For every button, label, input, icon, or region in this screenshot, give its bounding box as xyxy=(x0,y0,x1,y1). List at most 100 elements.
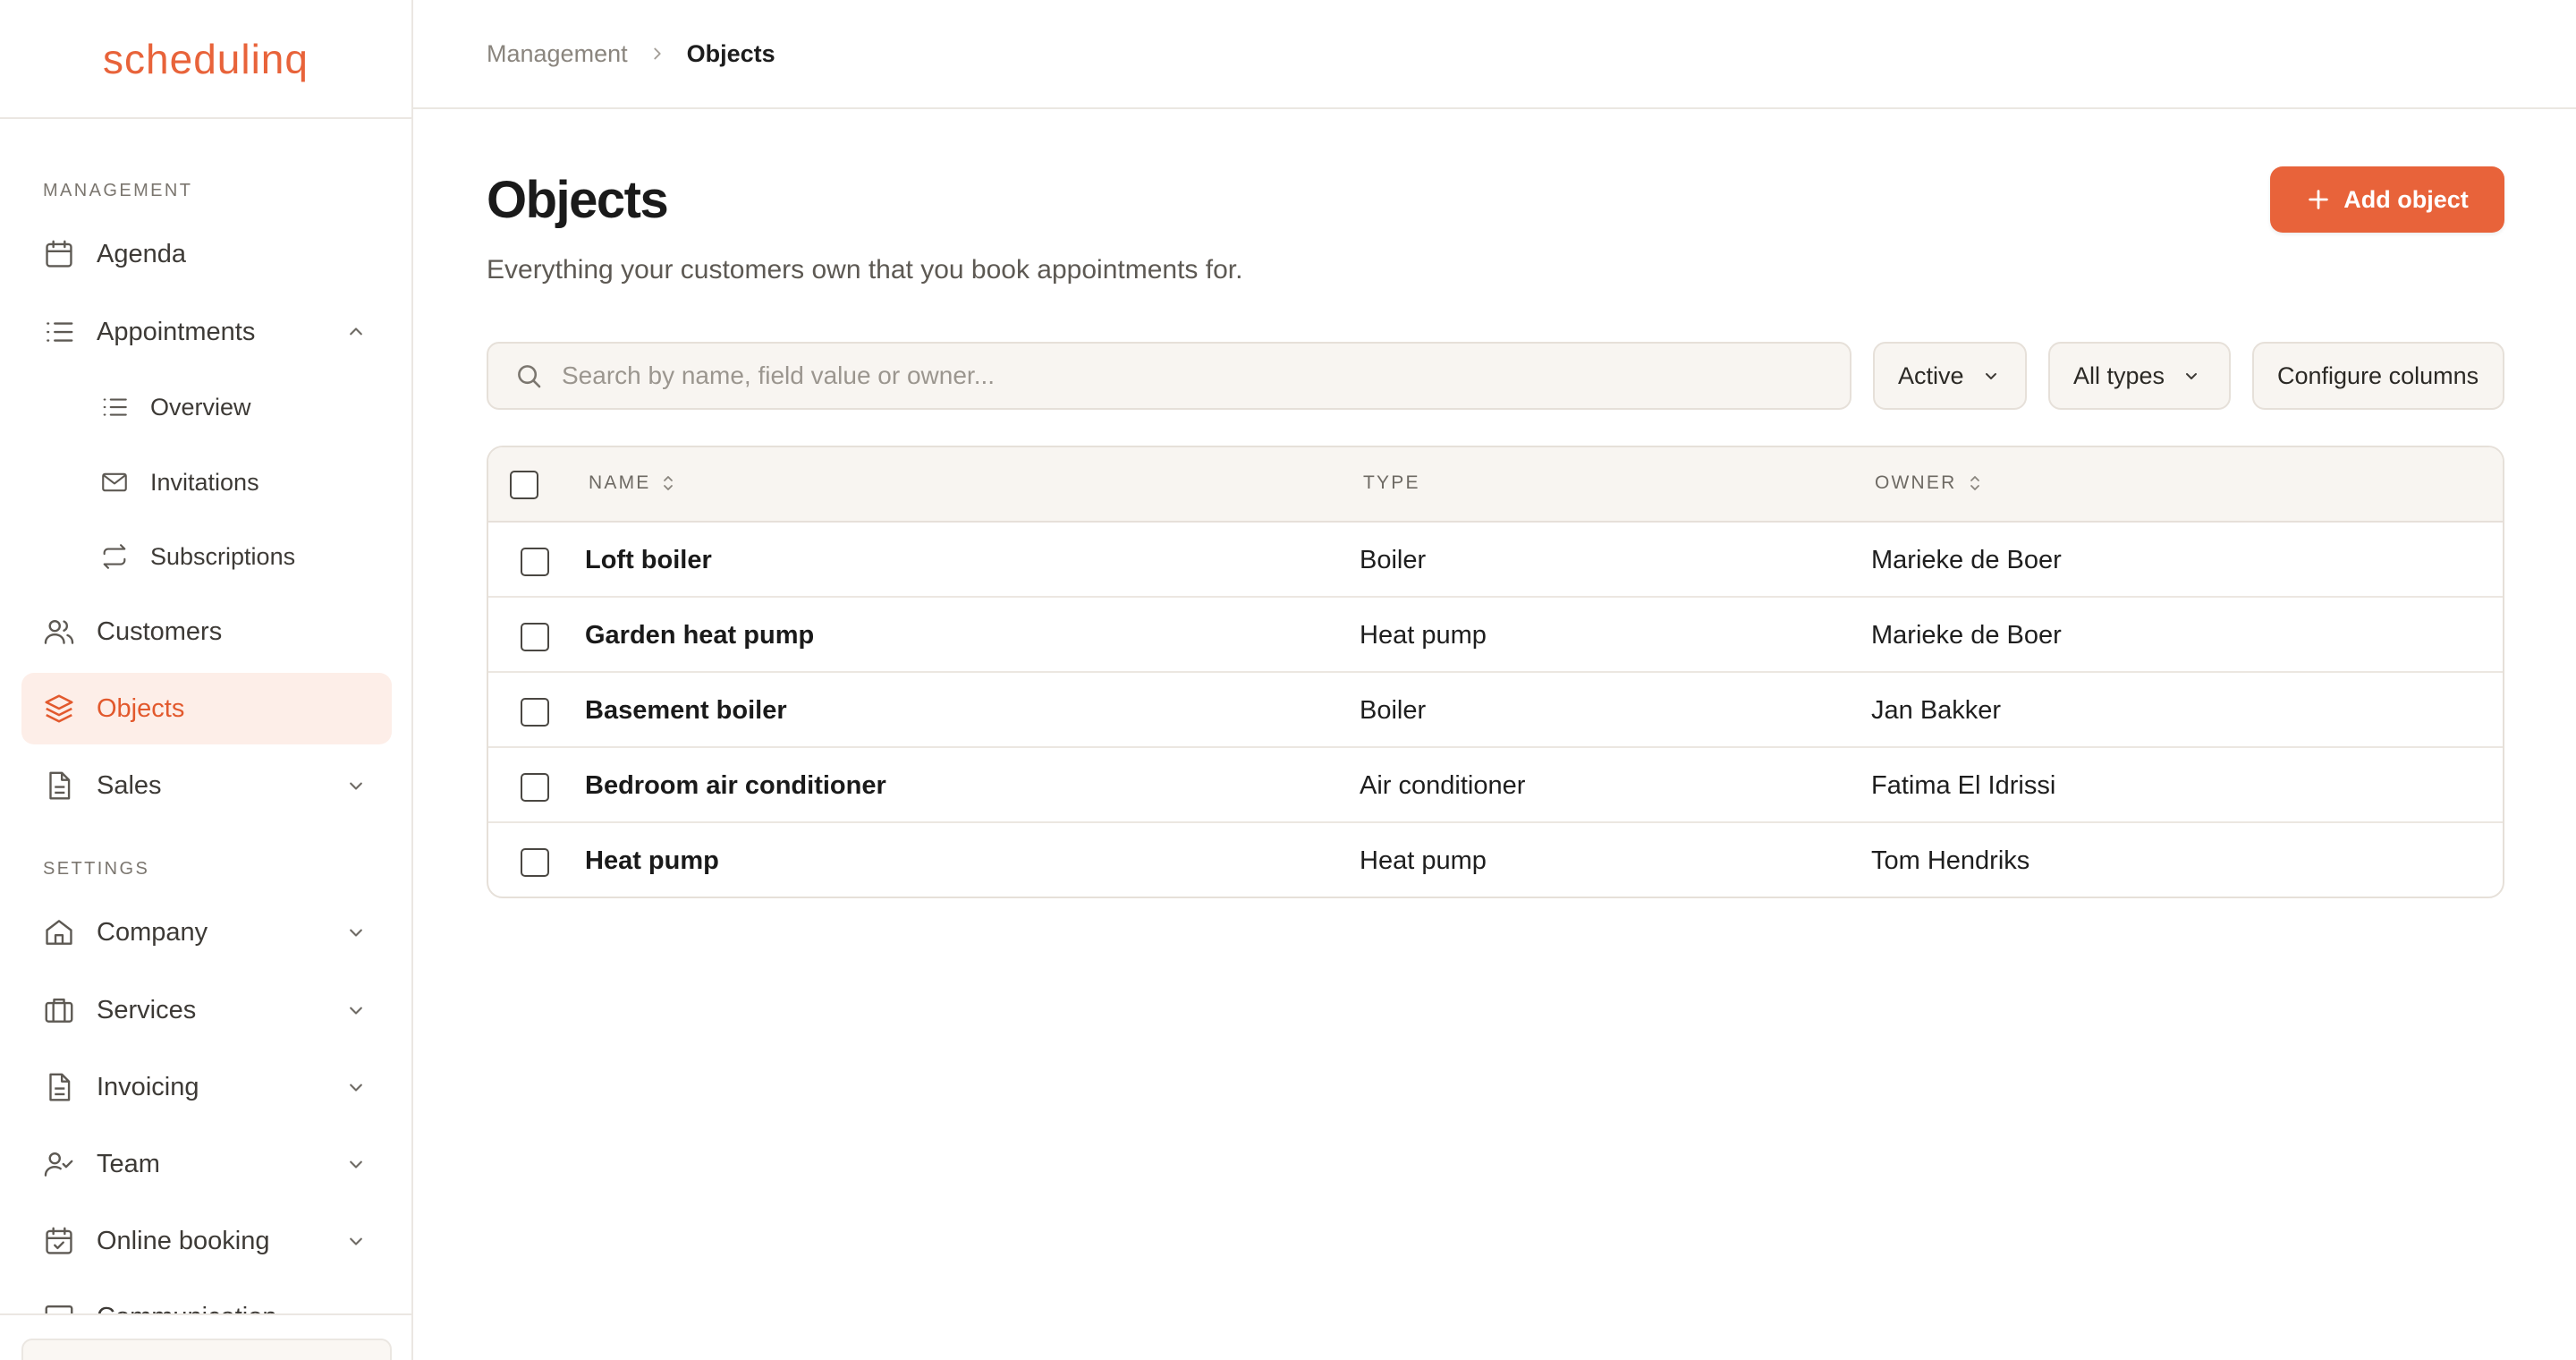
row-checkbox[interactable] xyxy=(521,623,549,651)
column-header-label: TYPE xyxy=(1363,472,1420,493)
calendar-check-icon xyxy=(41,1223,77,1259)
sidebar-item-label: Agenda xyxy=(97,239,186,268)
sidebar-item-invoicing[interactable]: Invoicing xyxy=(21,1051,392,1123)
nav-section-settings: SETTINGS xyxy=(43,859,150,879)
home-icon xyxy=(41,914,77,950)
main-content: Management Objects Objects Everything yo… xyxy=(413,0,2576,1360)
object-owner: Marieke de Boer xyxy=(1871,621,2062,650)
sidebar: schedulinq MANAGEMENT Agenda Appointment… xyxy=(0,0,413,1360)
page-subtitle: Everything your customers own that you b… xyxy=(487,255,1243,285)
sidebar-item-sales[interactable]: Sales xyxy=(21,750,392,821)
select-all-checkbox[interactable] xyxy=(510,471,538,499)
chevron-down-icon[interactable] xyxy=(343,773,369,798)
breadcrumb-parent[interactable]: Management xyxy=(487,40,628,68)
type-filter-dropdown[interactable]: All types xyxy=(2048,342,2231,410)
sort-icon xyxy=(664,476,674,490)
sort-icon xyxy=(1970,476,1979,490)
object-type: Heat pump xyxy=(1360,621,1487,650)
table-row[interactable]: Garden heat pump Heat pump Marieke de Bo… xyxy=(488,598,2503,673)
sidebar-item-label: Team xyxy=(97,1149,160,1178)
sidebar-item-label: Invitations xyxy=(150,468,259,496)
sidebar-item-services[interactable]: Services xyxy=(21,974,392,1046)
chevron-down-icon xyxy=(1985,373,1996,379)
object-name[interactable]: Heat pump xyxy=(585,846,719,876)
add-object-label: Add object xyxy=(2343,185,2469,213)
sidebar-item-objects[interactable]: Objects xyxy=(21,673,392,744)
sidebar-item-label: Services xyxy=(97,995,197,1024)
configure-columns-button[interactable]: Configure columns xyxy=(2252,342,2504,410)
chevron-up-icon[interactable] xyxy=(343,319,369,344)
sidebar-item-subscriptions[interactable]: Subscriptions xyxy=(79,521,392,592)
search-icon xyxy=(518,365,541,388)
object-type: Air conditioner xyxy=(1360,771,1526,800)
sidebar-item-appointments[interactable]: Appointments xyxy=(21,296,392,368)
object-owner: Marieke de Boer xyxy=(1871,546,2062,574)
chevron-down-icon[interactable] xyxy=(343,998,369,1023)
sidebar-item-overview[interactable]: Overview xyxy=(79,371,392,443)
object-name[interactable]: Bedroom air conditioner xyxy=(585,771,886,801)
breadcrumb-current: Objects xyxy=(686,39,775,67)
table-row[interactable]: Basement boiler Boiler Jan Bakker xyxy=(488,673,2503,748)
document-icon xyxy=(41,768,77,803)
chevron-down-icon[interactable] xyxy=(343,920,369,945)
search-field[interactable] xyxy=(487,342,1852,410)
repeat-icon xyxy=(97,539,132,574)
nav-section-management: MANAGEMENT xyxy=(43,181,193,200)
object-type: Boiler xyxy=(1360,546,1427,574)
page-title: Objects xyxy=(487,171,669,229)
list-icon xyxy=(41,314,77,350)
invoice-icon xyxy=(41,1069,77,1105)
sidebar-item-team[interactable]: Team xyxy=(21,1128,392,1200)
column-header-owner[interactable]: OWNER xyxy=(1875,472,1984,494)
column-header-type: TYPE xyxy=(1363,472,1420,494)
mail-icon xyxy=(97,464,132,500)
object-name[interactable]: Garden heat pump xyxy=(585,621,814,650)
type-filter-value: All types xyxy=(2073,361,2165,389)
objects-table: NAME TYPE OWNER Loft boiler Boiler Marie… xyxy=(487,446,2504,898)
sidebar-item-label: Overview xyxy=(150,393,251,421)
sidebar-item-customers[interactable]: Customers xyxy=(21,596,392,667)
sidebar-item-label: Sales xyxy=(97,770,162,800)
table-row[interactable]: Bedroom air conditioner Air conditioner … xyxy=(488,748,2503,823)
sidebar-item-label: Online booking xyxy=(97,1226,270,1255)
table-row[interactable]: Heat pump Heat pump Tom Hendriks xyxy=(488,823,2503,897)
row-checkbox[interactable] xyxy=(521,698,549,727)
chevron-down-icon[interactable] xyxy=(343,1228,369,1254)
object-name[interactable]: Basement boiler xyxy=(585,696,787,726)
sidebar-item-agenda[interactable]: Agenda xyxy=(21,218,392,290)
sidebar-item-online-booking[interactable]: Online booking xyxy=(21,1205,392,1277)
table-header: NAME TYPE OWNER xyxy=(488,447,2503,523)
column-header-label: OWNER xyxy=(1875,472,1957,493)
sidebar-item-company[interactable]: Company xyxy=(21,897,392,968)
add-object-button[interactable]: Add object xyxy=(2270,166,2504,233)
plus-icon xyxy=(2309,190,2328,209)
sidebar-item-label: Subscriptions xyxy=(150,542,296,570)
table-row[interactable]: Loft boiler Boiler Marieke de Boer xyxy=(488,523,2503,598)
row-checkbox[interactable] xyxy=(521,848,549,877)
list-icon xyxy=(97,389,132,425)
sidebar-item-label: Customers xyxy=(97,616,223,646)
object-owner: Tom Hendriks xyxy=(1871,846,2030,875)
row-checkbox[interactable] xyxy=(521,548,549,576)
logo-area: schedulinq xyxy=(0,0,411,119)
breadcrumb: Management Objects xyxy=(413,0,2576,109)
search-input[interactable] xyxy=(562,361,1814,390)
brand-logo[interactable]: schedulinq xyxy=(103,35,309,83)
status-filter-dropdown[interactable]: Active xyxy=(1873,342,2027,410)
object-owner: Jan Bakker xyxy=(1871,696,2002,725)
object-type: Boiler xyxy=(1360,696,1427,725)
sidebar-item-invitations[interactable]: Invitations xyxy=(79,446,392,518)
users-icon xyxy=(41,614,77,650)
column-header-name[interactable]: NAME xyxy=(589,472,677,494)
row-checkbox[interactable] xyxy=(521,773,549,802)
briefcase-icon xyxy=(41,992,77,1028)
user-check-icon xyxy=(41,1146,77,1182)
chevron-down-icon[interactable] xyxy=(343,1075,369,1100)
configure-columns-label: Configure columns xyxy=(2277,361,2479,389)
sidebar-footer-card[interactable] xyxy=(21,1339,392,1360)
object-type: Heat pump xyxy=(1360,846,1487,875)
object-owner: Fatima El Idrissi xyxy=(1871,771,2056,800)
object-name[interactable]: Loft boiler xyxy=(585,546,712,575)
layers-icon xyxy=(41,691,77,727)
chevron-down-icon[interactable] xyxy=(343,1152,369,1177)
